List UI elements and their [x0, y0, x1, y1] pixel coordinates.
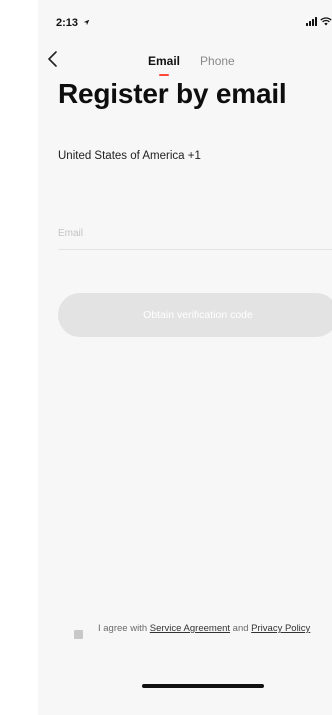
active-tab-indicator: [159, 74, 169, 76]
tab-phone-label: Phone: [200, 54, 235, 68]
country-selector[interactable]: United States of America +1: [58, 150, 201, 162]
privacy-policy-link[interactable]: Privacy Policy: [251, 623, 310, 634]
phone-frame: 2:13 Email Phone Register by email Unite…: [0, 0, 332, 715]
service-agreement-link[interactable]: Service Agreement: [150, 623, 230, 634]
wifi-icon: [320, 17, 332, 26]
tab-phone[interactable]: Phone: [200, 54, 235, 68]
status-time: 2:13: [56, 17, 90, 29]
tab-email[interactable]: Email: [148, 54, 181, 76]
app-screen: 2:13 Email Phone Register by email Unite…: [38, 0, 332, 715]
tab-email-label: Email: [148, 54, 181, 68]
obtain-verification-code-button[interactable]: Obtain verification code: [58, 293, 332, 337]
agreement-prefix: I agree with: [98, 623, 148, 634]
location-arrow-icon: [83, 19, 90, 26]
status-time-text: 2:13: [56, 17, 79, 29]
email-field[interactable]: [58, 218, 332, 250]
cellular-signal-icon: [306, 17, 317, 26]
back-chevron-icon[interactable]: [46, 50, 62, 68]
agreement-text: I agree with Service Agreement and Priva…: [98, 622, 332, 635]
status-icons: [306, 17, 332, 26]
register-tabs: Email Phone: [148, 54, 235, 76]
page-title: Register by email: [58, 78, 287, 109]
agreement-checkbox[interactable]: [74, 630, 83, 639]
status-bar: 2:13: [38, 0, 332, 40]
left-gutter: [0, 0, 38, 715]
agreement-and: and: [232, 623, 249, 634]
home-indicator: [142, 684, 264, 688]
